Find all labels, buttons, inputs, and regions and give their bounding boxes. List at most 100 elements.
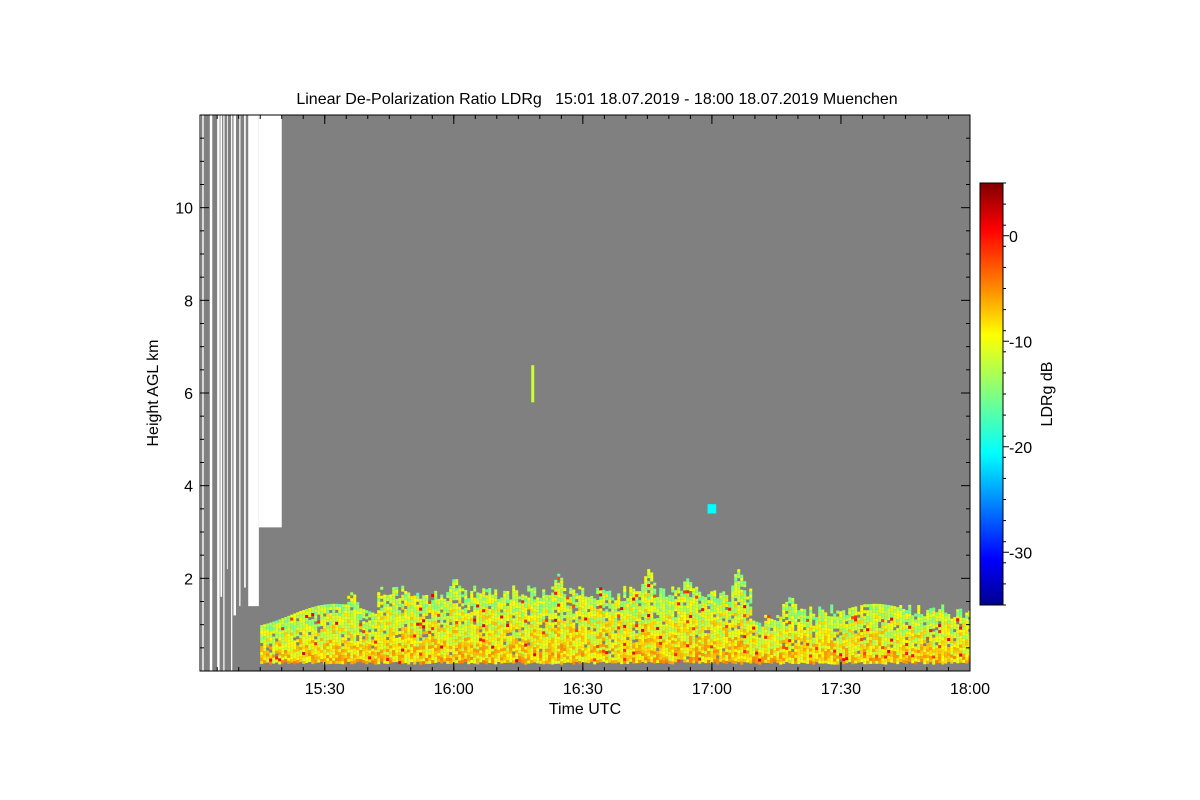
heatmap-cell — [518, 626, 522, 630]
heatmap-cell — [428, 639, 432, 643]
heatmap-cell — [362, 615, 366, 619]
heatmap-cell — [311, 613, 315, 617]
heatmap-cell — [545, 636, 549, 640]
heatmap-cell — [593, 631, 597, 635]
heatmap-cell — [884, 631, 888, 635]
heatmap-cell — [344, 607, 348, 611]
heatmap-cell — [362, 645, 366, 649]
heatmap-cell — [284, 659, 288, 663]
heatmap-cell — [674, 632, 678, 636]
heatmap-cell — [698, 612, 702, 616]
heatmap-cell — [551, 601, 555, 605]
heatmap-cell — [926, 621, 930, 625]
heatmap-cell — [746, 644, 750, 648]
heatmap-cell — [653, 651, 657, 655]
heatmap-cell — [866, 646, 870, 650]
heatmap-cell — [605, 639, 609, 643]
heatmap-cell — [386, 658, 390, 662]
heatmap-cell — [509, 617, 513, 621]
heatmap-cell — [872, 630, 876, 634]
heatmap-cell — [815, 647, 819, 651]
heatmap-cell — [581, 602, 585, 606]
heatmap-cell — [905, 625, 909, 629]
heatmap-cell — [569, 605, 573, 609]
heatmap-cell — [425, 648, 429, 652]
heatmap-cell — [452, 609, 456, 613]
heatmap-cell — [635, 600, 639, 604]
heatmap-cell — [674, 620, 678, 624]
heatmap-cell — [458, 642, 462, 646]
x-tick-label: 15:30 — [305, 681, 345, 698]
heatmap-cell — [314, 633, 318, 637]
heatmap-cell — [407, 637, 411, 641]
heatmap-cell — [845, 615, 849, 619]
heatmap-cell — [416, 619, 420, 623]
heatmap-cell — [443, 604, 447, 608]
heatmap-cell — [371, 621, 375, 625]
heatmap-cell — [797, 658, 801, 662]
heatmap-cell — [800, 629, 804, 633]
heatmap-cell — [593, 661, 597, 665]
heatmap-cell — [626, 604, 630, 608]
heatmap-cell — [296, 633, 300, 637]
heatmap-cell — [734, 634, 738, 638]
heatmap-cell — [347, 658, 351, 662]
heatmap-cell — [287, 618, 291, 622]
heatmap-cell — [686, 599, 690, 603]
heatmap-cell — [485, 598, 489, 602]
heatmap-cell — [302, 655, 306, 659]
heatmap-cell — [833, 655, 837, 659]
heatmap-cell — [467, 613, 471, 617]
heatmap-cell — [485, 604, 489, 608]
heatmap-cell — [728, 655, 732, 659]
heatmap-cell — [746, 626, 750, 630]
heatmap-cell — [845, 633, 849, 637]
heatmap-cell — [455, 612, 459, 616]
heatmap-cell — [788, 618, 792, 622]
heatmap-cell — [356, 644, 360, 648]
heatmap-cell — [824, 654, 828, 658]
heatmap-cell — [785, 649, 789, 653]
heatmap-cell — [803, 618, 807, 622]
heatmap-cell — [290, 629, 294, 633]
heatmap-cell — [275, 626, 279, 630]
heatmap-cell — [896, 631, 900, 635]
heatmap-cell — [290, 632, 294, 636]
heatmap-cell — [683, 659, 687, 663]
heatmap-cell — [506, 636, 510, 640]
heatmap-cell — [938, 624, 942, 628]
heatmap-cell — [476, 637, 480, 641]
heatmap-cell — [512, 585, 516, 589]
heatmap-cell — [617, 647, 621, 651]
heatmap-cell — [707, 636, 711, 640]
heatmap-cell — [695, 643, 699, 647]
heatmap-cell — [446, 603, 450, 607]
heatmap-cell — [770, 657, 774, 661]
heatmap-cell — [818, 609, 822, 613]
heatmap-cell — [662, 591, 666, 595]
heatmap-cell — [896, 655, 900, 659]
heatmap-cell — [476, 619, 480, 623]
heatmap-cell — [449, 631, 453, 635]
heatmap-cell — [518, 596, 522, 600]
heatmap-cell — [494, 592, 498, 596]
heatmap-cell — [830, 643, 834, 647]
heatmap-cell — [530, 606, 534, 610]
heatmap-cell — [563, 624, 567, 628]
heatmap-cell — [548, 646, 552, 650]
heatmap-cell — [575, 644, 579, 648]
heatmap-cell — [299, 614, 303, 618]
heatmap-cell — [677, 590, 681, 594]
heatmap-cell — [725, 616, 729, 620]
heatmap-cell — [947, 623, 951, 627]
heatmap-cell — [575, 635, 579, 639]
heatmap-cell — [509, 644, 513, 648]
heatmap-cell — [368, 623, 372, 627]
heatmap-cell — [407, 619, 411, 623]
heatmap-cell — [875, 657, 879, 661]
heatmap-cell — [638, 609, 642, 613]
heatmap-cell — [425, 624, 429, 628]
heatmap-cell — [296, 660, 300, 664]
heatmap-cell — [434, 602, 438, 606]
heatmap-cell — [467, 616, 471, 620]
